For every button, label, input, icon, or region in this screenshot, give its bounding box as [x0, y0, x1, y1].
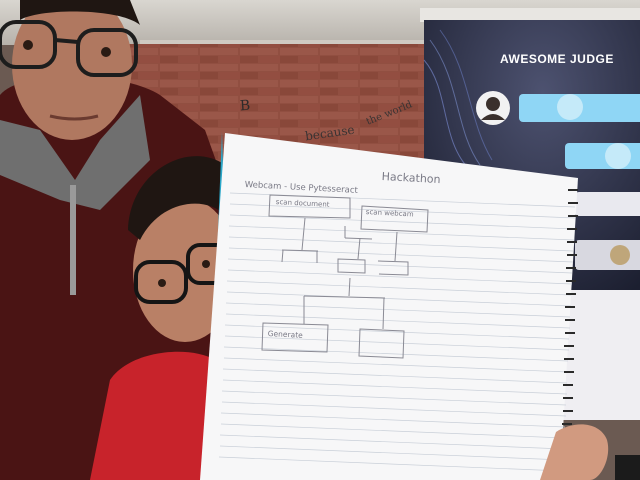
diagram-label-generate: Generate	[267, 329, 303, 340]
photo-illustration	[0, 0, 640, 480]
photo-scene: AWESOME JUDGE B because the world Hackat…	[0, 0, 640, 480]
slide-bar	[575, 240, 640, 270]
wall-scribble: B	[239, 97, 251, 115]
slide-bar	[575, 192, 640, 216]
slide-title: AWESOME JUDGE	[500, 52, 614, 66]
